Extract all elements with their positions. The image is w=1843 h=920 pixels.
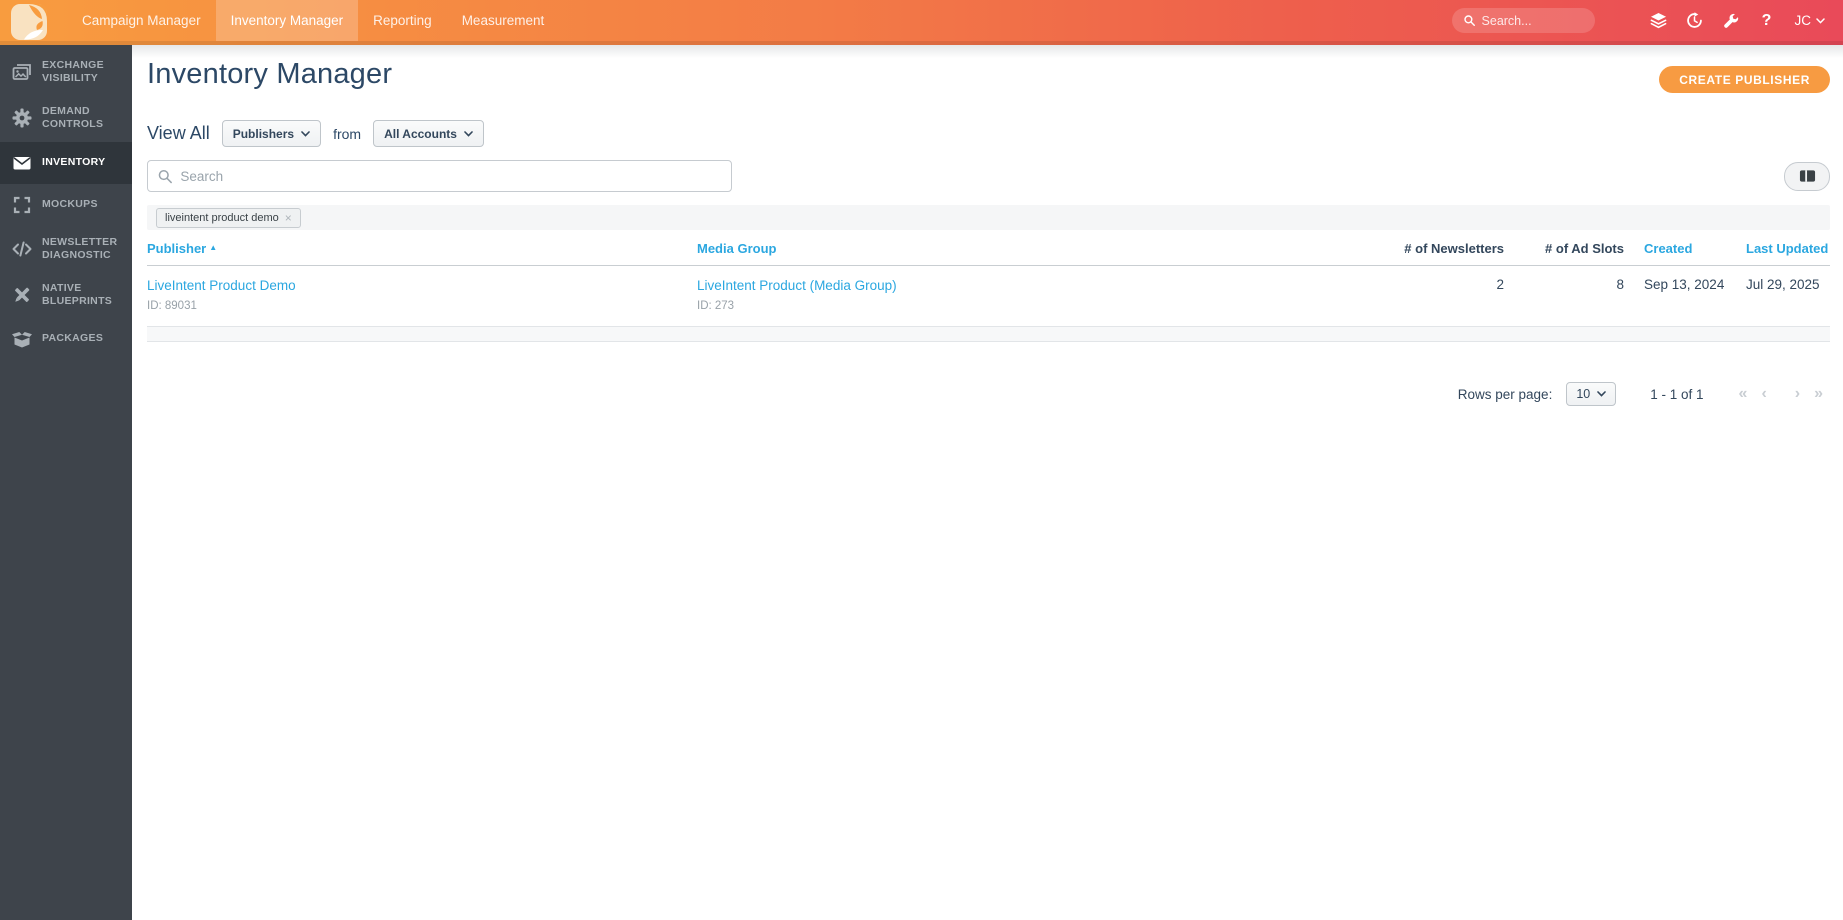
- first-page-button[interactable]: «: [1732, 385, 1755, 403]
- history-icon[interactable]: [1677, 0, 1713, 41]
- code-icon: [12, 241, 32, 257]
- last-updated-date: Jul 29, 2025: [1746, 277, 1820, 292]
- global-search-input[interactable]: [1481, 13, 1583, 28]
- table-search[interactable]: [147, 160, 732, 192]
- column-settings-button[interactable]: [1784, 161, 1830, 191]
- sort-asc-icon: ▲: [209, 243, 218, 252]
- active-filters-strip: liveintent product demo ×: [147, 205, 1830, 230]
- table-search-input[interactable]: [180, 168, 721, 184]
- table-footer-strip: [147, 327, 1830, 342]
- table-header-row: Publisher ▲ Media Group # of Newsletters …: [147, 230, 1830, 266]
- chevron-down-icon: [1816, 17, 1825, 24]
- chevron-down-icon: [1597, 391, 1607, 397]
- search-icon: [1463, 15, 1475, 26]
- sidebar-item-label: DEMAND CONTROLS: [42, 105, 104, 131]
- topbar-right-controls: ? JC: [1451, 0, 1843, 41]
- entity-type-select[interactable]: Publishers: [221, 120, 322, 147]
- newsletters-count: 2: [1496, 277, 1504, 292]
- user-menu[interactable]: JC: [1795, 13, 1826, 28]
- sidebar: EXCHANGE VISIBILITY DEMAND CONTROLS INVE: [0, 45, 132, 920]
- column-header-last-updated[interactable]: Last Updated: [1736, 241, 1830, 256]
- envelope-icon: [13, 156, 31, 169]
- account-select[interactable]: All Accounts: [373, 120, 484, 147]
- chip-close-icon[interactable]: ×: [285, 211, 292, 225]
- sidebar-item-demand-controls[interactable]: DEMAND CONTROLS: [0, 95, 132, 141]
- sidebar-item-label: EXCHANGE VISIBILITY: [42, 59, 104, 85]
- sidebar-item-inventory[interactable]: INVENTORY: [0, 141, 132, 184]
- nav-reporting[interactable]: Reporting: [358, 0, 447, 41]
- primary-nav: Campaign Manager Inventory Manager Repor…: [67, 0, 559, 41]
- pagination: Rows per page: 10 1 - 1 of 1 « ‹ › »: [147, 382, 1830, 406]
- sidebar-item-packages[interactable]: PACKAGES: [0, 318, 132, 360]
- main-content: Inventory Manager CREATE PUBLISHER View …: [132, 45, 1843, 920]
- sidebar-item-label: PACKAGES: [42, 332, 104, 345]
- sidebar-item-label: INVENTORY: [42, 155, 106, 168]
- page-title: Inventory Manager: [147, 58, 393, 90]
- nav-measurement[interactable]: Measurement: [447, 0, 560, 41]
- columns-icon: [1799, 170, 1815, 182]
- column-header-newsletters: # of Newsletters: [1404, 241, 1504, 256]
- media-group-id: ID: 273: [697, 300, 735, 312]
- expand-icon: [13, 196, 31, 213]
- table-row: LiveIntent Product Demo ID: 89031 LiveIn…: [147, 266, 1830, 327]
- from-label: from: [333, 125, 362, 142]
- publisher-id: ID: 89031: [147, 300, 197, 312]
- sidebar-item-mockups[interactable]: MOCKUPS: [0, 184, 132, 226]
- account-value: All Accounts: [384, 126, 457, 141]
- created-date: Sep 13, 2024: [1644, 277, 1725, 292]
- user-initials: JC: [1794, 13, 1812, 28]
- column-header-created[interactable]: Created: [1624, 241, 1736, 256]
- last-page-button[interactable]: »: [1807, 385, 1830, 403]
- prev-page-button[interactable]: ‹: [1754, 385, 1773, 403]
- publishers-table: Publisher ▲ Media Group # of Newsletters …: [147, 230, 1830, 342]
- rows-per-page-value: 10: [1576, 387, 1591, 401]
- rows-per-page-select[interactable]: 10: [1566, 382, 1617, 406]
- sidebar-item-label: NATIVE BLUEPRINTS: [42, 281, 113, 307]
- search-icon: [158, 169, 172, 183]
- column-header-publisher[interactable]: Publisher ▲: [147, 241, 697, 256]
- publisher-link[interactable]: LiveIntent Product Demo: [147, 278, 296, 293]
- chevron-down-icon: [301, 130, 310, 137]
- media-group-link[interactable]: LiveIntent Product (Media Group): [697, 278, 897, 293]
- filter-chip-label: liveintent product demo: [165, 211, 279, 224]
- global-search[interactable]: [1451, 8, 1595, 33]
- filter-chip[interactable]: liveintent product demo ×: [156, 207, 301, 228]
- wrench-icon[interactable]: [1713, 0, 1749, 41]
- chevron-down-icon: [464, 130, 473, 137]
- view-all-label: View All: [147, 123, 210, 143]
- sidebar-item-native-blueprints[interactable]: NATIVE BLUEPRINTS: [0, 272, 132, 318]
- layers-icon[interactable]: [1641, 0, 1677, 41]
- rows-per-page-label: Rows per page:: [1457, 386, 1553, 402]
- design-tools-icon: [15, 287, 30, 302]
- next-page-button[interactable]: ›: [1788, 385, 1807, 403]
- nav-inventory-manager[interactable]: Inventory Manager: [215, 0, 359, 41]
- view-filter-row: View All Publishers from All Accounts: [147, 120, 1830, 147]
- pager-controls: « ‹ › »: [1732, 385, 1830, 403]
- entity-type-value: Publishers: [232, 126, 295, 141]
- help-icon[interactable]: ?: [1749, 0, 1785, 41]
- sidebar-item-exchange-visibility[interactable]: EXCHANGE VISIBILITY: [0, 49, 132, 95]
- pagination-range-label: 1 - 1 of 1: [1650, 386, 1704, 402]
- exchange-visibility-icon: [12, 64, 31, 81]
- ad-slots-count: 8: [1616, 277, 1624, 292]
- top-navigation-bar: Campaign Manager Inventory Manager Repor…: [0, 0, 1843, 45]
- liveintent-logo[interactable]: [11, 4, 47, 40]
- column-header-media-group[interactable]: Media Group: [697, 241, 1324, 256]
- nav-campaign-manager[interactable]: Campaign Manager: [67, 0, 216, 41]
- create-publisher-button[interactable]: CREATE PUBLISHER: [1659, 66, 1830, 93]
- column-header-ad-slots: # of Ad Slots: [1545, 241, 1624, 256]
- sidebar-item-label: MOCKUPS: [42, 197, 98, 210]
- sidebar-item-newsletter-diagnostic[interactable]: NEWSLETTER DIAGNOSTIC: [0, 226, 132, 272]
- gear-icon: [12, 108, 32, 128]
- sidebar-item-label: NEWSLETTER DIAGNOSTIC: [42, 235, 118, 261]
- package-icon: [12, 332, 32, 348]
